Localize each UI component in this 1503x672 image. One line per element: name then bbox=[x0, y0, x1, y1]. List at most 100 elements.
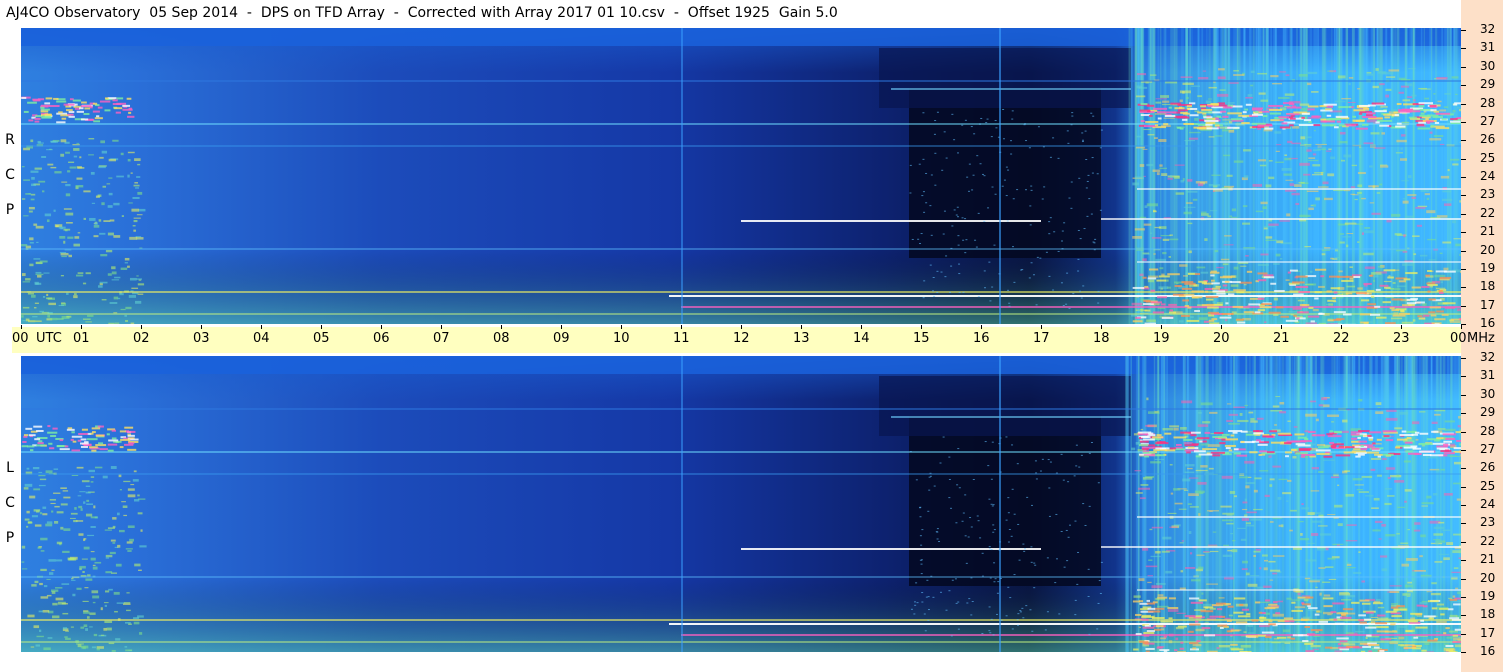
noise-speck bbox=[1212, 287, 1221, 290]
noise-speck bbox=[1336, 120, 1342, 123]
time-tick-label: 06 bbox=[373, 331, 390, 346]
frequency-tick-label: 27 bbox=[1480, 441, 1496, 456]
noise-speck bbox=[111, 271, 117, 275]
noise-speck bbox=[1371, 507, 1379, 509]
noise-speck bbox=[1135, 316, 1141, 319]
noise-speck bbox=[1458, 108, 1461, 112]
noise-speck bbox=[1224, 235, 1232, 237]
noise-speck bbox=[1144, 624, 1151, 627]
noise-speck bbox=[1188, 477, 1199, 479]
noise-speck bbox=[1253, 550, 1261, 553]
noise-speck bbox=[1372, 442, 1376, 445]
noise-speck bbox=[1152, 436, 1164, 439]
noise-speck bbox=[48, 302, 56, 306]
noise-speck bbox=[1151, 237, 1162, 239]
noise-speck bbox=[1219, 442, 1226, 445]
noise-speck bbox=[1304, 642, 1314, 645]
noise-speck bbox=[78, 432, 89, 435]
noise-speck bbox=[943, 210, 946, 212]
noise-speck bbox=[936, 270, 939, 272]
noise-speck bbox=[957, 235, 960, 237]
noise-speck bbox=[1147, 610, 1161, 613]
noise-speck bbox=[1231, 208, 1237, 212]
noise-speck bbox=[1154, 226, 1162, 229]
noise-column bbox=[1147, 28, 1150, 324]
noise-speck bbox=[1251, 122, 1266, 125]
noise-speck bbox=[1197, 111, 1203, 114]
noise-speck bbox=[75, 185, 84, 188]
noise-speck bbox=[1405, 272, 1418, 275]
noise-speck bbox=[34, 580, 39, 584]
noise-speck bbox=[925, 172, 928, 174]
noise-speck bbox=[1049, 217, 1052, 219]
noise-speck bbox=[1074, 599, 1077, 601]
noise-speck bbox=[1220, 110, 1227, 113]
noise-speck bbox=[89, 626, 93, 628]
noise-speck bbox=[1083, 228, 1086, 230]
noise-speck bbox=[979, 123, 982, 125]
noise-speck bbox=[75, 274, 84, 277]
noise-speck bbox=[1155, 550, 1161, 554]
noise-speck bbox=[1385, 467, 1396, 470]
noise-speck bbox=[137, 293, 144, 295]
noise-speck bbox=[81, 101, 87, 104]
frequency-tick-label: 26 bbox=[1480, 460, 1496, 475]
noise-speck bbox=[1174, 164, 1185, 166]
noise-speck bbox=[1002, 108, 1005, 110]
noise-speck bbox=[1319, 592, 1322, 596]
noise-speck bbox=[1257, 72, 1268, 75]
noise-speck bbox=[1055, 513, 1058, 515]
noise-speck bbox=[1446, 636, 1453, 639]
noise-speck bbox=[63, 496, 71, 499]
noise-speck bbox=[1292, 126, 1300, 129]
noise-speck bbox=[46, 521, 53, 524]
noise-speck bbox=[1269, 478, 1275, 481]
noise-speck bbox=[64, 636, 68, 638]
noise-speck bbox=[961, 217, 964, 219]
noise-speck bbox=[1245, 255, 1249, 257]
noise-speck bbox=[1294, 606, 1306, 609]
noise-speck bbox=[78, 505, 83, 509]
noise-speck bbox=[1132, 286, 1145, 289]
noise-speck bbox=[1152, 169, 1161, 172]
noise-speck bbox=[1433, 539, 1441, 541]
noise-speck bbox=[1333, 618, 1338, 621]
noise-speck bbox=[64, 445, 69, 448]
noise-speck bbox=[1453, 238, 1461, 240]
noise-speck bbox=[1453, 567, 1459, 570]
noise-speck bbox=[1246, 511, 1257, 514]
noise-speck bbox=[1443, 632, 1447, 635]
noise-speck bbox=[1439, 607, 1449, 610]
noise-speck bbox=[1441, 198, 1453, 202]
noise-speck bbox=[1241, 608, 1250, 611]
noise-speck bbox=[1076, 583, 1079, 585]
noise-speck bbox=[930, 174, 933, 176]
noise-speck bbox=[105, 249, 113, 253]
interference-line bbox=[681, 634, 1461, 636]
noise-speck bbox=[1016, 624, 1019, 626]
noise-speck bbox=[1315, 197, 1320, 201]
noise-speck bbox=[1143, 303, 1154, 306]
noise-speck bbox=[1408, 116, 1417, 119]
noise-speck bbox=[1291, 281, 1305, 284]
noise-column bbox=[1336, 356, 1338, 652]
noise-speck bbox=[49, 105, 60, 108]
noise-speck bbox=[922, 297, 925, 299]
noise-speck bbox=[31, 183, 37, 187]
noise-speck bbox=[1069, 524, 1072, 526]
noise-speck bbox=[1304, 246, 1311, 248]
noise-speck bbox=[21, 315, 24, 318]
noise-speck bbox=[29, 263, 34, 267]
noise-speck bbox=[1146, 163, 1154, 167]
noise-speck bbox=[940, 271, 943, 273]
noise-speck bbox=[61, 117, 67, 120]
noise-speck bbox=[1416, 615, 1422, 617]
noise-speck bbox=[1357, 88, 1361, 90]
time-tick-mark bbox=[381, 325, 382, 329]
noise-speck bbox=[1233, 448, 1239, 451]
noise-speck bbox=[1368, 438, 1373, 441]
noise-speck bbox=[1047, 459, 1050, 461]
noise-speck bbox=[1443, 443, 1449, 446]
noise-speck bbox=[1239, 603, 1244, 606]
noise-speck bbox=[1351, 601, 1360, 604]
